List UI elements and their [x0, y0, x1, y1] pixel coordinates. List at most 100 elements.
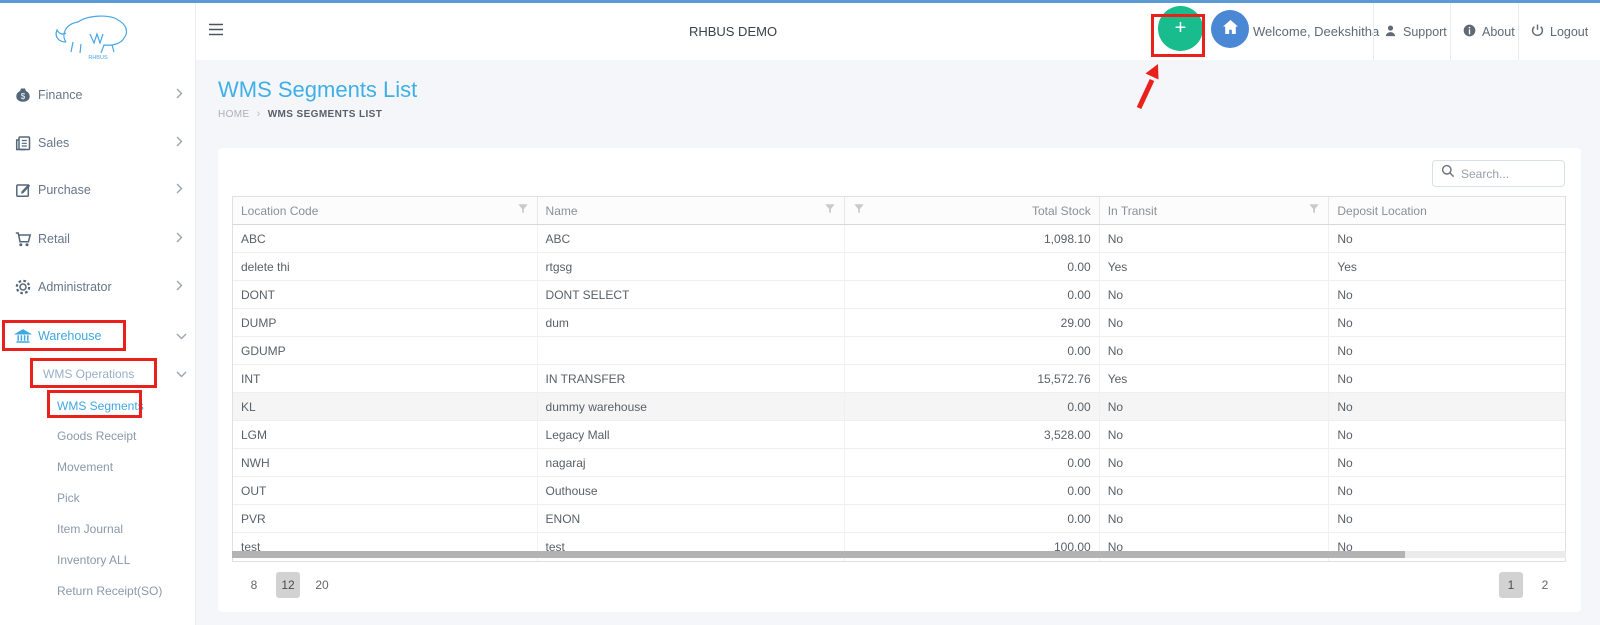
sidebar-item-label: Return Receipt(SO) [57, 584, 163, 598]
filter-icon[interactable] [853, 203, 865, 218]
page-size-selector: 8 12 20 [242, 572, 334, 598]
sidebar-item-movement[interactable]: Movement [0, 453, 196, 481]
support-link[interactable]: Support [1383, 3, 1447, 60]
power-icon [1530, 23, 1545, 41]
sidebar-item-label: WMS Operations [43, 367, 135, 381]
search-box[interactable] [1432, 160, 1565, 187]
page-size-option[interactable]: 8 [242, 572, 266, 598]
app-title: RHBUS DEMO [688, 24, 778, 39]
add-button[interactable]: + [1158, 6, 1203, 51]
page-size-option[interactable]: 20 [310, 572, 334, 598]
sidebar-item-label: WMS Segments [57, 399, 144, 413]
sidebar-item-wms-operations[interactable]: WMS Operations [0, 360, 196, 388]
col-header-total-stock[interactable]: Total Stock [845, 197, 1100, 224]
table-cell: delete thi [233, 253, 538, 280]
navbar-divider [1518, 3, 1519, 60]
segments-table: Location Code Name Total Stock In Transi… [232, 196, 1566, 562]
chevron-right-icon [176, 278, 183, 296]
table-row[interactable]: DUMP dum 29.00 No No [233, 309, 1565, 337]
table-row[interactable]: GDUMP 0.00 No No [233, 337, 1565, 365]
table-cell: INT [233, 365, 538, 392]
filter-icon[interactable] [1308, 203, 1320, 218]
sidebar-item-wms-segments[interactable]: WMS Segments [0, 392, 196, 420]
sidebar-item-label: Inventory ALL [57, 553, 131, 567]
table-row[interactable]: NWH nagaraj 0.00 No No [233, 449, 1565, 477]
col-label: Location Code [241, 203, 319, 218]
sidebar-item-purchase[interactable]: Purchase [0, 176, 196, 204]
page-size-option-selected[interactable]: 12 [276, 572, 300, 598]
filter-icon[interactable] [824, 203, 836, 218]
sidebar-item-label: Item Journal [57, 522, 124, 536]
gear-icon [14, 278, 32, 296]
table-row[interactable]: PVR ENON 0.00 No No [233, 505, 1565, 533]
table-cell: DONT SELECT [538, 281, 846, 308]
scrollbar-thumb[interactable] [232, 551, 1405, 558]
breadcrumb-home[interactable]: HOME [218, 109, 250, 120]
sidebar-item-finance[interactable]: $ Finance [0, 81, 196, 109]
sidebar-item-label: Goods Receipt [57, 429, 137, 443]
table-cell: No [1100, 281, 1330, 308]
logout-label: Logout [1550, 24, 1589, 39]
sidebar-item-pick[interactable]: Pick [0, 484, 196, 512]
table-row[interactable]: LGM Legacy Mall 3,528.00 No No [233, 421, 1565, 449]
table-cell: 0.00 [845, 281, 1100, 308]
table-cell: 0.00 [845, 253, 1100, 280]
filter-icon[interactable] [517, 203, 529, 218]
table-row[interactable]: ABC ABC 1,098.10 No No [233, 225, 1565, 253]
table-cell: dum [538, 309, 846, 336]
table-cell: No [1337, 315, 1353, 330]
table-row[interactable]: DONT DONT SELECT 0.00 No No [233, 281, 1565, 309]
search-icon [1441, 164, 1455, 183]
table-cell: No [1337, 427, 1353, 442]
table-cell: 15,572.76 [845, 365, 1100, 392]
table-cell: No [1337, 371, 1353, 386]
page-number-selected[interactable]: 1 [1499, 572, 1523, 598]
sidebar-item-goods-receipt[interactable]: Goods Receipt [0, 422, 196, 450]
user-icon [1383, 23, 1398, 41]
table-cell: ABC [233, 225, 538, 252]
chevron-right-icon [176, 230, 183, 248]
table-cell: 0.00 [845, 505, 1100, 532]
sidebar-item-item-journal[interactable]: Item Journal [0, 515, 196, 543]
list-card: Location Code Name Total Stock In Transi… [218, 148, 1581, 612]
search-input[interactable] [1461, 166, 1551, 181]
about-link[interactable]: About [1462, 3, 1515, 60]
table-row[interactable]: delete thi rtgsg 0.00 Yes Yes [233, 253, 1565, 281]
chevron-down-icon [176, 365, 187, 383]
info-icon [1462, 23, 1477, 41]
col-header-deposit-location[interactable]: Deposit Location [1329, 197, 1565, 224]
table-row[interactable]: OUT Outhouse 0.00 No No [233, 477, 1565, 505]
table-cell: DONT [233, 281, 538, 308]
hamburger-icon[interactable] [208, 23, 224, 41]
chevron-right-icon [176, 181, 183, 199]
logout-link[interactable]: Logout [1530, 3, 1588, 60]
rhbus-logo: RHBUS [50, 11, 146, 61]
table-body: ABC ABC 1,098.10 No No delete thi rtgsg 0.00 Yes… [233, 225, 1565, 561]
page-title: WMS Segments List [218, 77, 418, 102]
col-label: Deposit Location [1337, 203, 1427, 218]
col-header-location-code[interactable]: Location Code [233, 197, 538, 224]
col-header-name[interactable]: Name [538, 197, 846, 224]
plus-icon: + [1174, 17, 1187, 39]
table-cell: 1,098.10 [845, 225, 1100, 252]
table-cell: No [1100, 309, 1330, 336]
sidebar-item-warehouse[interactable]: Warehouse [0, 322, 196, 350]
horizontal-scrollbar[interactable] [232, 551, 1566, 558]
sidebar-item-retail[interactable]: Retail [0, 225, 196, 253]
home-button[interactable] [1211, 10, 1249, 48]
sidebar-item-administrator[interactable]: Administrator [0, 273, 196, 301]
breadcrumb: HOME › WMS SEGMENTS LIST [218, 108, 382, 120]
table-row[interactable]: KL dummy warehouse 0.00 No No [233, 393, 1565, 421]
sidebar-item-return-receipt-so[interactable]: Return Receipt(SO) [0, 577, 196, 605]
col-header-in-transit[interactable]: In Transit [1100, 197, 1330, 224]
table-cell: No [1337, 343, 1353, 358]
table-cell: 0.00 [845, 393, 1100, 420]
sidebar-item-label: Sales [38, 136, 70, 150]
sidebar-item-label: Warehouse [38, 329, 102, 343]
sidebar-item-label: Pick [57, 491, 80, 505]
table-row[interactable]: INT IN TRANSFER 15,572.76 Yes No [233, 365, 1565, 393]
page-number[interactable]: 2 [1533, 572, 1557, 598]
sidebar-item-sales[interactable]: Sales [0, 129, 196, 157]
sidebar-item-inventory-all[interactable]: Inventory ALL [0, 546, 196, 574]
table-cell: No [1337, 455, 1353, 470]
